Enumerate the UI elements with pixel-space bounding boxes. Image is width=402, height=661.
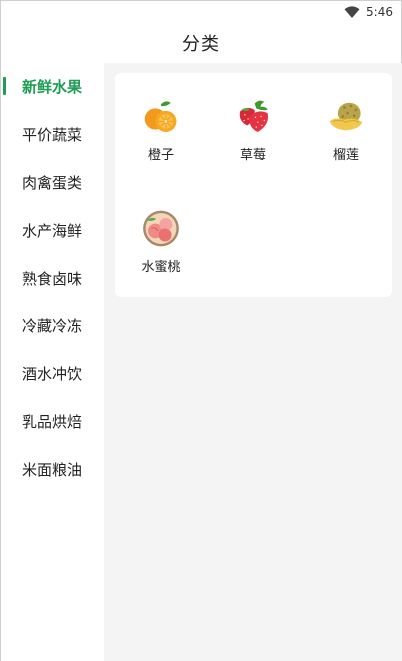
sidebar-item-label: 熟食卤味 xyxy=(22,269,83,288)
sidebar-item-drinks[interactable]: 酒水冲饮 xyxy=(1,350,104,398)
sidebar-item-deli[interactable]: 熟食卤味 xyxy=(1,254,104,302)
status-indicators: 5:46 xyxy=(344,5,393,19)
sidebar-item-vegetables[interactable]: 平价蔬菜 xyxy=(1,111,104,159)
wifi-icon xyxy=(344,6,360,18)
sidebar-item-fresh-fruit[interactable]: 新鲜水果 xyxy=(1,63,104,111)
product-item-strawberry[interactable]: 草莓 xyxy=(207,73,299,163)
product-item-orange[interactable]: 橙子 xyxy=(115,73,207,163)
peach-icon xyxy=(143,210,179,247)
orange-icon xyxy=(144,101,177,132)
sidebar-item-dairy-bakery[interactable]: 乳品烘焙 xyxy=(1,398,104,446)
status-time: 5:46 xyxy=(366,5,393,19)
sidebar-item-seafood[interactable]: 水产海鲜 xyxy=(1,206,104,254)
product-name: 水蜜桃 xyxy=(141,260,181,275)
sidebar-item-label: 肉禽蛋类 xyxy=(22,173,83,192)
product-name: 草莓 xyxy=(239,148,266,163)
category-sidebar: 新鲜水果 平价蔬菜 肉禽蛋类 水产海鲜 熟食卤味 冷藏冷冻 酒水冲饮 乳品烘焙 … xyxy=(1,63,104,661)
product-item-durian[interactable]: 榴莲 xyxy=(300,73,392,163)
durian-icon xyxy=(329,102,363,131)
sidebar-item-label: 水产海鲜 xyxy=(22,221,83,240)
product-name: 橙子 xyxy=(147,148,174,163)
product-grid-card: 橙子 草莓 榴莲 水蜜桃 xyxy=(115,73,392,297)
sidebar-item-label: 新鲜水果 xyxy=(22,78,83,97)
sidebar-item-meat-eggs[interactable]: 肉禽蛋类 xyxy=(1,159,104,207)
sidebar-item-label: 米面粮油 xyxy=(22,460,83,479)
product-panel: 橙子 草莓 榴莲 水蜜桃 xyxy=(104,63,402,661)
strawberry-icon xyxy=(239,100,269,132)
app-screen: 5:46 分类 新鲜水果 平价蔬菜 肉禽蛋类 水产海鲜 熟食卤味 冷藏冷冻 酒水… xyxy=(0,0,402,661)
product-name: 榴莲 xyxy=(332,148,359,163)
sidebar-item-label: 乳品烘焙 xyxy=(22,412,83,431)
status-bar: 5:46 xyxy=(1,1,401,25)
sidebar-item-label: 酒水冲饮 xyxy=(22,365,83,384)
sidebar-item-label: 冷藏冷冻 xyxy=(22,317,83,336)
sidebar-item-grains-oil[interactable]: 米面粮油 xyxy=(1,445,104,493)
product-item-peach[interactable]: 水蜜桃 xyxy=(115,185,207,275)
sidebar-item-frozen[interactable]: 冷藏冷冻 xyxy=(1,302,104,350)
title-bar: 分类 xyxy=(1,25,401,61)
page-title: 分类 xyxy=(182,34,220,55)
sidebar-item-label: 平价蔬菜 xyxy=(22,126,83,145)
